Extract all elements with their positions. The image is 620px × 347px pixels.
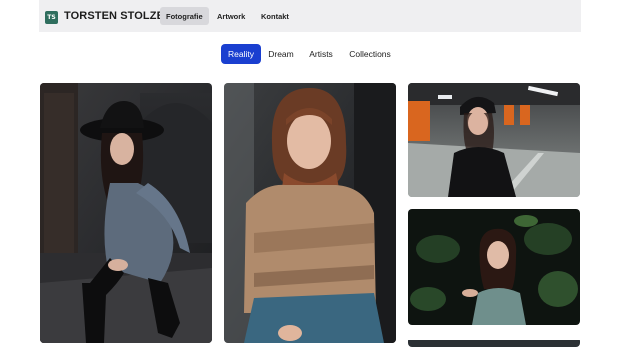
nav-fotografie[interactable]: Fotografie bbox=[160, 7, 209, 25]
tab-dream[interactable]: Dream bbox=[266, 44, 296, 64]
gallery-photo-cardigan-woman[interactable] bbox=[224, 83, 396, 343]
category-tabs: Reality Dream Artists Collections bbox=[0, 44, 620, 64]
brand-name[interactable]: TORSTEN STOLZE bbox=[64, 10, 164, 22]
photo-image bbox=[40, 83, 212, 343]
gallery-photo-garage-woman[interactable] bbox=[408, 83, 580, 197]
tab-artists[interactable]: Artists bbox=[305, 44, 337, 64]
logo-icon[interactable]: TS bbox=[45, 11, 58, 24]
gallery-photo-partial[interactable] bbox=[408, 337, 580, 347]
photo-image bbox=[408, 340, 580, 347]
tab-reality[interactable]: Reality bbox=[221, 44, 261, 64]
photo-image bbox=[408, 209, 580, 325]
photo-image bbox=[408, 83, 580, 197]
gallery-photo-leaves-woman[interactable] bbox=[408, 209, 580, 325]
nav-kontakt[interactable]: Kontakt bbox=[255, 7, 295, 25]
gallery-photo-hat-woman[interactable] bbox=[40, 83, 212, 343]
photo-image bbox=[224, 83, 396, 343]
tab-collections[interactable]: Collections bbox=[347, 44, 393, 64]
nav-artwork[interactable]: Artwork bbox=[211, 7, 251, 25]
top-navbar: TS TORSTEN STOLZE Fotografie Artwork Kon… bbox=[39, 0, 581, 32]
